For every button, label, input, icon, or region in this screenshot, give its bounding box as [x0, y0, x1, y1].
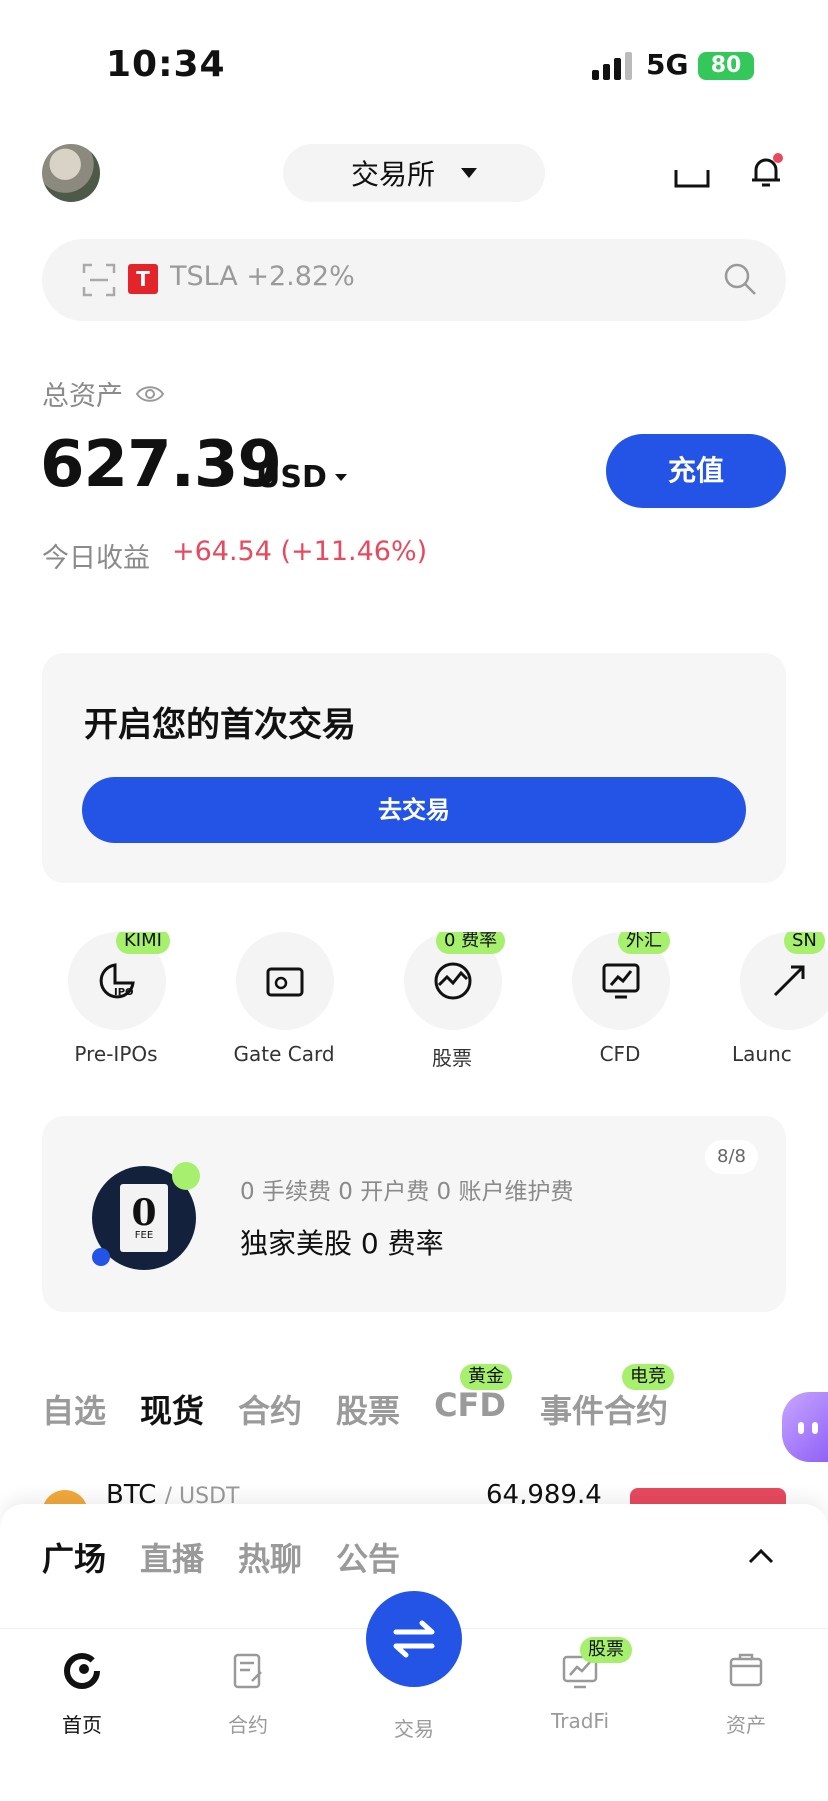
tab-event-contracts[interactable]: 事件合约 电竞	[539, 1364, 674, 1434]
exchange-switch[interactable]: 交易所	[283, 144, 545, 202]
tab-label: 股票	[336, 1392, 401, 1430]
quick-entry-launch[interactable]: SN Launc	[704, 932, 828, 1072]
avatar[interactable]	[42, 144, 100, 202]
deposit-button[interactable]: 充值	[606, 434, 786, 508]
promo-subtitle: 0 手续费 0 开户费 0 账户维护费	[240, 1179, 574, 1205]
search-ticker-change: +2.82%	[246, 261, 355, 292]
quick-entry-gate-card[interactable]: Gate Card	[200, 932, 368, 1072]
tab-stocks[interactable]: 股票	[336, 1386, 400, 1434]
quick-entry-label: Pre-IPOs	[74, 1042, 158, 1066]
promo-book-fee: FEE	[134, 1230, 154, 1241]
card-icon	[266, 967, 304, 997]
go-trade-button[interactable]: 去交易	[82, 777, 746, 843]
quick-entry-stocks[interactable]: 0 费率 股票	[368, 932, 536, 1072]
quick-entry-badge: 外汇	[618, 932, 670, 954]
wallet-icon	[729, 1653, 763, 1687]
nav-label: 首页	[62, 1713, 102, 1737]
nav-home[interactable]: 首页	[22, 1651, 142, 1738]
promo-banner[interactable]: 0 FEE 0 手续费 0 开户费 0 账户维护费 独家美股 0 费率 8/8	[42, 1116, 786, 1312]
tab-label: 事件合约	[539, 1392, 668, 1430]
globe-icon	[434, 962, 472, 1000]
chat-assistant-bubble[interactable]	[782, 1392, 828, 1462]
swap-arrows-icon	[393, 1620, 435, 1658]
promo-book-graphic: 0	[120, 1184, 168, 1252]
trade-button[interactable]	[366, 1591, 462, 1687]
first-trade-card: 开启您的首次交易 去交易	[42, 653, 786, 883]
tab-badge: 黄金	[459, 1364, 512, 1390]
search-bar[interactable]: T TSLA +2.82%	[42, 239, 786, 321]
chevron-up-icon[interactable]	[746, 1542, 776, 1572]
eye-icon[interactable]	[135, 384, 165, 404]
tab-cfd[interactable]: CFD 黄金	[434, 1364, 512, 1434]
nav-badge: 股票	[580, 1637, 632, 1663]
exchange-label: 交易所	[350, 158, 435, 191]
quick-entry-label: 股票	[432, 1046, 472, 1070]
tab-square[interactable]: 广场	[42, 1534, 106, 1580]
scan-icon[interactable]	[82, 263, 116, 297]
document-icon	[233, 1653, 262, 1689]
today-pnl-label: 今日收益	[42, 543, 150, 574]
first-trade-title: 开启您的首次交易	[84, 705, 356, 745]
quick-entry-badge: 0 费率	[436, 932, 506, 954]
nav-futures[interactable]: 合约	[188, 1651, 308, 1738]
quick-entry-label: CFD	[599, 1042, 641, 1066]
currency-selector[interactable]: USD	[256, 460, 347, 495]
total-assets-text: 总资产	[42, 381, 123, 412]
quick-entry-badge: SN	[784, 932, 825, 954]
tab-hot-chat[interactable]: 热聊	[238, 1534, 302, 1580]
nav-label: TradFi	[550, 1709, 610, 1733]
community-tabs: 广场 直播 热聊 公告	[42, 1534, 400, 1580]
status-bar: 10:34 5G 80	[0, 0, 828, 120]
chart-monitor-icon	[602, 963, 640, 999]
decor-dot	[92, 1248, 110, 1266]
decor-dot	[172, 1162, 200, 1190]
total-assets-label: 总资产	[42, 374, 165, 413]
ipo-icon: IPO	[99, 963, 135, 999]
quick-entry-cfd[interactable]: 外汇 CFD	[536, 932, 704, 1072]
tab-badge: 电竞	[621, 1364, 674, 1390]
rocket-icon	[773, 965, 805, 997]
total-assets-value: 627.39	[40, 428, 282, 502]
bottom-nav: 首页 合约 交易 股票 TradFi 资产	[0, 1591, 828, 1801]
currency-label: USD	[256, 460, 327, 495]
nav-assets[interactable]: 资产	[686, 1651, 806, 1738]
tab-label: CFD	[434, 1386, 506, 1424]
svg-text:IPO: IPO	[114, 987, 134, 998]
fullscreen-icon[interactable]	[672, 152, 712, 192]
quick-entry-circle	[236, 932, 334, 1030]
quick-entry-badge: KIMI	[116, 932, 170, 954]
tab-live[interactable]: 直播	[140, 1534, 204, 1580]
status-time: 10:34	[106, 44, 226, 85]
tab-label: 合约	[238, 1392, 303, 1430]
nav-tradfi[interactable]: 股票 TradFi	[520, 1637, 640, 1733]
search-ticker: TSLA	[170, 261, 238, 292]
battery-icon: 80	[698, 52, 754, 80]
home-icon	[64, 1653, 100, 1689]
promo-pager: 8/8	[705, 1140, 758, 1174]
nav-label: 合约	[228, 1713, 268, 1737]
tab-announcements[interactable]: 公告	[336, 1534, 400, 1580]
caret-down-icon	[461, 168, 477, 178]
quick-entry-label: Launc	[732, 1042, 792, 1066]
caret-down-icon	[334, 474, 347, 481]
tesla-logo-icon: T	[128, 264, 158, 294]
market-tabs: 自选 现货 合约 股票 CFD 黄金 事件合约 电竞	[42, 1364, 674, 1434]
search-hint: TSLA +2.82%	[170, 261, 355, 292]
today-pnl-value: +64.54 (+11.46%)	[172, 536, 428, 567]
nav-label: 资产	[726, 1713, 766, 1737]
quick-entry-label: Gate Card	[233, 1042, 335, 1066]
bell-icon[interactable]	[746, 152, 786, 192]
tab-watchlist[interactable]: 自选	[42, 1386, 106, 1434]
promo-title: 独家美股 0 费率	[240, 1227, 444, 1260]
tab-label: 自选	[42, 1392, 107, 1430]
tab-spot[interactable]: 现货	[140, 1386, 204, 1434]
network-type: 5G	[646, 48, 689, 81]
quick-entries: IPO KIMI Pre-IPOs Gate Card 0 费率 股票 外汇 C…	[0, 932, 828, 1072]
signal-icon	[592, 52, 632, 80]
tab-futures[interactable]: 合约	[238, 1386, 302, 1434]
search-icon[interactable]	[722, 261, 758, 297]
quick-entry-pre-ipos[interactable]: IPO KIMI Pre-IPOs	[32, 932, 200, 1072]
trade-label: 交易	[394, 1717, 434, 1741]
tab-label: 现货	[140, 1392, 205, 1430]
